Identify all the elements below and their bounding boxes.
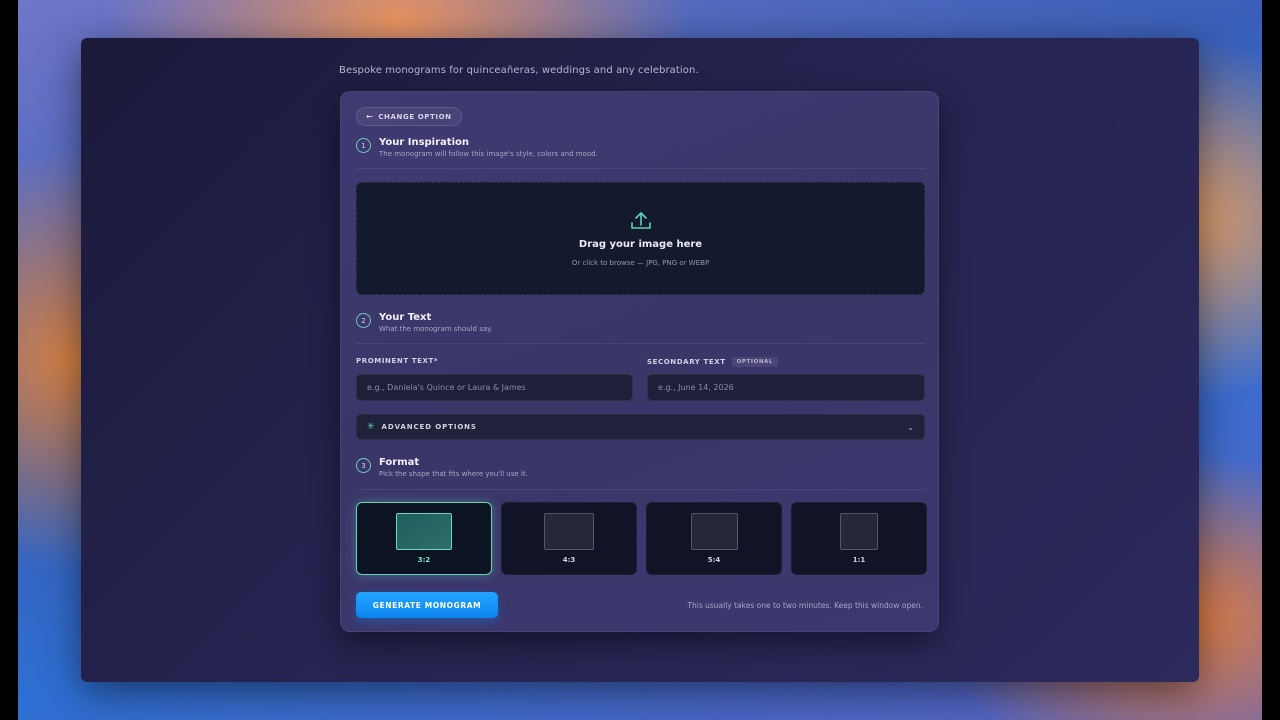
prominent-text-label: PROMINENT TEXT*: [356, 357, 438, 365]
image-dropzone[interactable]: Drag your image here Or click to browse …: [356, 182, 925, 295]
divider: [356, 489, 925, 490]
step-subtitle: What the monogram should say.: [379, 325, 493, 333]
secondary-text-input[interactable]: [647, 374, 925, 401]
divider: [356, 168, 925, 169]
step-number: 3: [356, 458, 371, 473]
format-option-1-1[interactable]: 1:1: [791, 502, 927, 575]
prominent-text-input[interactable]: [356, 374, 633, 401]
generation-time-hint: This usually takes one to two minutes. K…: [687, 601, 923, 610]
format-shape-preview: [840, 513, 878, 550]
change-option-label: CHANGE OPTION: [378, 112, 452, 121]
format-shape-preview: [396, 513, 452, 550]
format-label: 3:2: [417, 556, 431, 564]
format-option-3-2[interactable]: 3:2: [356, 502, 492, 575]
chevron-down-icon: ⌄: [907, 422, 914, 432]
prominent-text-label-text: PROMINENT TEXT*: [356, 357, 439, 365]
advanced-options-toggle[interactable]: ✳ ADVANCED OPTIONS ⌄: [356, 414, 925, 440]
page-tagline: Bespoke monograms for quinceañeras, wedd…: [339, 65, 699, 76]
step-text: 2 Your Text What the monogram should say…: [356, 312, 493, 333]
format-label: 4:3: [562, 556, 576, 564]
dropzone-subtitle: Or click to browse — JPG, PNG or WEBP: [571, 258, 710, 267]
divider: [356, 343, 925, 344]
app-window: Bespoke monograms for quinceañeras, wedd…: [81, 38, 1199, 682]
step-title: Format: [379, 457, 420, 468]
step-title: Your Inspiration: [379, 137, 469, 148]
step-inspiration: 1 Your Inspiration The monogram will fol…: [356, 137, 598, 158]
upload-icon: [630, 211, 651, 229]
step-format: 3 Format Pick the shape that fits where …: [356, 457, 528, 478]
step-subtitle: Pick the shape that fits where you'll us…: [379, 470, 528, 478]
secondary-text-label: SECONDARY TEXT OPTIONAL: [647, 357, 778, 367]
step-subtitle: The monogram will follow this image's st…: [379, 150, 598, 158]
secondary-text-label-text: SECONDARY TEXT: [647, 358, 726, 366]
format-shape-preview: [544, 513, 594, 550]
arrow-left-icon: ←: [366, 112, 374, 121]
monogram-form-card: ← CHANGE OPTION 1 Your Inspiration The m…: [340, 91, 939, 632]
format-label: 5:4: [707, 556, 721, 564]
desktop-background: Bespoke monograms for quinceañeras, wedd…: [18, 0, 1262, 720]
step-title: Your Text: [379, 312, 432, 323]
format-option-4-3[interactable]: 4:3: [501, 502, 637, 575]
step-number: 2: [356, 313, 371, 328]
sparkle-icon: ✳: [367, 422, 375, 432]
change-option-button[interactable]: ← CHANGE OPTION: [356, 107, 462, 126]
generate-monogram-button[interactable]: GENERATE MONOGRAM: [356, 592, 498, 618]
format-label: 1:1: [852, 556, 866, 564]
step-number: 1: [356, 138, 371, 153]
format-option-5-4[interactable]: 5:4: [646, 502, 782, 575]
format-shape-preview: [690, 513, 738, 550]
dropzone-title: Drag your image here: [578, 238, 703, 250]
format-options: 3:2 4:3 5:4 1:1: [356, 502, 927, 575]
optional-badge: OPTIONAL: [731, 357, 778, 367]
advanced-options-label: ADVANCED OPTIONS: [381, 423, 477, 431]
